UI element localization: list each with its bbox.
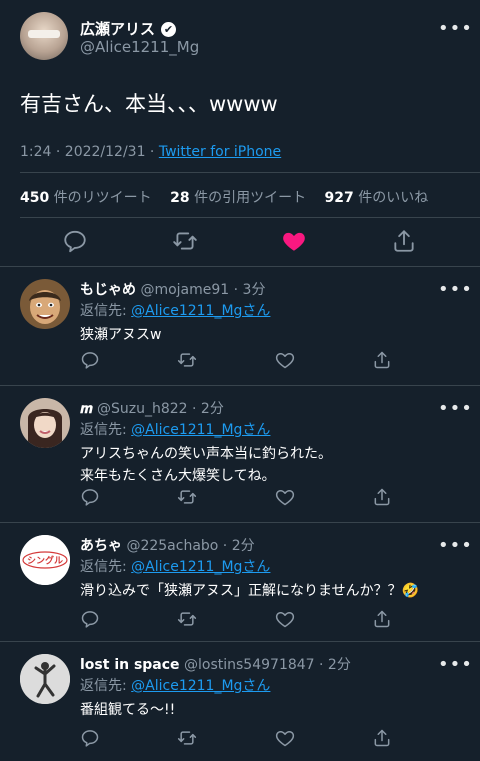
share-icon[interactable]: [372, 487, 392, 507]
reply-author-row[interactable]: lost in space @lostins54971847 · 2分: [80, 654, 351, 674]
more-icon[interactable]: •••: [438, 537, 472, 555]
quote-count[interactable]: 28 件の引用ツイート: [170, 190, 306, 206]
reply-text: 狭瀬アヌスw: [80, 327, 162, 343]
more-icon[interactable]: •••: [438, 20, 472, 38]
dancing-figure-avatar[interactable]: [20, 654, 70, 704]
heart-icon[interactable]: [275, 609, 295, 629]
reply-author-handle: @Suzu_h822: [96, 401, 188, 417]
reply-to-line: 返信先: @Alice1211_Mgさん: [80, 559, 271, 575]
reply-to-line: 返信先: @Alice1211_Mgさん: [80, 678, 271, 694]
reply-tweet[interactable]: シングル あちゃ @225achabo · 2分 ••• 返信先: @Alice…: [0, 523, 480, 642]
more-icon[interactable]: •••: [438, 281, 472, 299]
retweet-icon[interactable]: [177, 728, 197, 748]
reply-timestamp: · 2分: [218, 538, 255, 554]
reply-tweet[interactable]: もじゃめ @mojame91 · 3分 ••• 返信先: @Alice1211_…: [0, 267, 480, 386]
reply-to-link[interactable]: @Alice1211_Mgさん: [131, 422, 270, 438]
more-icon[interactable]: •••: [438, 400, 472, 418]
reply-icon[interactable]: [80, 350, 100, 370]
heart-icon[interactable]: [281, 228, 307, 254]
reply-icon[interactable]: [80, 609, 100, 629]
reply-author-row[interactable]: もじゃめ @mojame91 · 3分: [80, 279, 265, 299]
reply-author-row[interactable]: 𝒎 @Suzu_h822 · 2分: [80, 398, 224, 418]
author-name-row[interactable]: 広瀬アリス ✔: [80, 18, 177, 39]
single-label-avatar[interactable]: シングル: [20, 535, 70, 585]
reply-to-line: 返信先: @Alice1211_Mgさん: [80, 422, 271, 438]
reply-author-row[interactable]: あちゃ @225achabo · 2分: [80, 535, 255, 555]
heart-icon[interactable]: [275, 350, 295, 370]
share-icon[interactable]: [391, 228, 417, 254]
author-avatar[interactable]: [20, 12, 68, 60]
reply-timestamp: · 2分: [314, 657, 351, 673]
avatar-label: シングル: [27, 555, 63, 567]
verified-badge-icon: ✔: [161, 22, 177, 37]
reply-tweet[interactable]: lost in space @lostins54971847 · 2分 ••• …: [0, 642, 480, 761]
reply-to-line: 返信先: @Alice1211_Mgさん: [80, 303, 271, 319]
reply-author-handle: @mojame91: [140, 282, 230, 298]
reply-author-name: あちゃ: [80, 538, 122, 554]
reply-author-name: もじゃめ: [80, 282, 136, 298]
more-icon[interactable]: •••: [438, 656, 472, 674]
tweet-timestamp[interactable]: 1:24 · 2022/12/31 ·: [20, 144, 159, 160]
tweet-meta: 1:24 · 2022/12/31 · Twitter for iPhone: [20, 144, 281, 160]
share-icon[interactable]: [372, 609, 392, 629]
reply-author-name: lost in space: [80, 657, 180, 673]
smiling-woman-avatar[interactable]: [20, 398, 70, 448]
divider: [20, 172, 480, 173]
main-tweet: 広瀬アリス ✔ @Alice1211_Mg ••• 有吉さん、本当、、、wwww …: [0, 0, 480, 267]
author-handle[interactable]: @Alice1211_Mg: [80, 38, 199, 56]
like-count[interactable]: 927 件のいいね: [325, 190, 429, 206]
cartoon-portrait-avatar[interactable]: [20, 279, 70, 329]
reply-to-link[interactable]: @Alice1211_Mgさん: [131, 678, 270, 694]
retweet-icon[interactable]: [177, 609, 197, 629]
reply-icon[interactable]: [80, 487, 100, 507]
heart-icon[interactable]: [275, 728, 295, 748]
share-icon[interactable]: [372, 350, 392, 370]
retweet-count[interactable]: 450 件のリツイート: [20, 190, 152, 206]
heart-icon[interactable]: [275, 487, 295, 507]
tweet-source-link[interactable]: Twitter for iPhone: [159, 144, 281, 160]
reply-timestamp: · 3分: [229, 282, 266, 298]
reply-text: アリスちゃんの笑い声本当に釣られた。 来年もたくさん大爆笑してね。: [80, 446, 332, 484]
reply-author-handle: @225achabo: [126, 538, 219, 554]
divider: [20, 217, 480, 218]
reply-author-handle: @lostins54971847: [184, 657, 315, 673]
reply-to-link[interactable]: @Alice1211_Mgさん: [131, 559, 270, 575]
tweet-text: 有吉さん、本当、、、wwww: [20, 92, 278, 116]
reply-icon[interactable]: [80, 728, 100, 748]
share-icon[interactable]: [372, 728, 392, 748]
author-name[interactable]: 広瀬アリス: [80, 20, 155, 38]
retweet-icon[interactable]: [172, 228, 198, 254]
retweet-icon[interactable]: [177, 350, 197, 370]
retweet-icon[interactable]: [177, 487, 197, 507]
reply-tweet[interactable]: 𝒎 @Suzu_h822 · 2分 ••• 返信先: @Alice1211_Mg…: [0, 386, 480, 523]
reply-to-link[interactable]: @Alice1211_Mgさん: [131, 303, 270, 319]
reply-timestamp: · 2分: [187, 401, 224, 417]
tweet-stats: 450 件のリツイート 28 件の引用ツイート 927 件のいいね: [20, 187, 442, 207]
reply-text: 番組観てる〜!!: [80, 702, 176, 718]
reply-text: 滑り込みで「狭瀬アヌス」正解になりませんか？？🤣: [80, 583, 420, 599]
reply-icon[interactable]: [62, 228, 88, 254]
reply-author-name: 𝒎: [80, 401, 93, 417]
